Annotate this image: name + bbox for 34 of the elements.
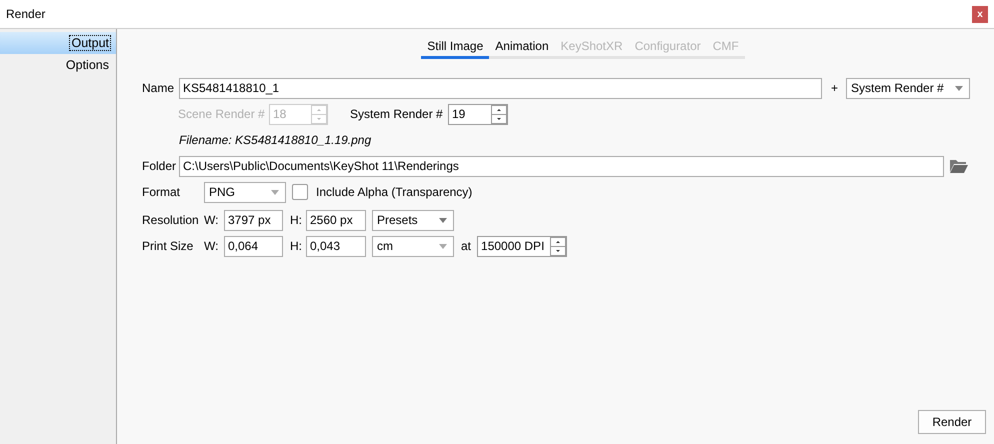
width-field[interactable]: 3797 px xyxy=(224,210,283,230)
tab[interactable]: Animation xyxy=(489,35,555,59)
system-render-label: System Render # xyxy=(350,107,444,121)
format-label: Format xyxy=(142,185,182,199)
format-dropdown[interactable]: PNG xyxy=(204,182,286,202)
width-field[interactable]: 0,064 xyxy=(224,236,283,256)
window-title: Render xyxy=(6,7,46,21)
name-field[interactable]: KS5481418810_1 xyxy=(179,78,822,98)
width-label: W: xyxy=(204,239,220,253)
alpha-label: Include Alpha (Transparency) xyxy=(316,185,472,199)
plus-label: + xyxy=(831,81,838,95)
at-label: at xyxy=(461,239,472,253)
print-size-label: Print Size xyxy=(142,239,194,253)
system-render-spinbox[interactable]: 19 xyxy=(448,104,508,124)
sidebar-item[interactable]: Output xyxy=(0,32,116,54)
tab[interactable]: Still Image xyxy=(421,35,490,59)
render-button[interactable]: Render xyxy=(918,410,986,434)
close-button[interactable]: x xyxy=(972,6,988,22)
width-label: W: xyxy=(204,213,220,227)
height-label: H: xyxy=(290,213,303,227)
unit-dropdown[interactable]: cm xyxy=(372,236,454,256)
folder-label: Folder xyxy=(142,159,178,173)
sidebar-item[interactable]: Options xyxy=(0,54,116,76)
height-label: H: xyxy=(290,239,303,253)
height-field[interactable]: 0,043 xyxy=(306,236,366,256)
folder-field[interactable]: C:\Users\Public\Documents\KeyShot 11\Renderings xyxy=(179,156,944,176)
dpi-spinbox[interactable]: 150000 DPI xyxy=(477,236,568,256)
scene-render-label: Scene Render # xyxy=(178,107,266,121)
suffix-dropdown[interactable]: System Render # xyxy=(846,78,970,98)
filename-text: Filename: KS5481418810_1.19.png xyxy=(179,133,372,147)
resolution-label: Resolution xyxy=(142,213,200,227)
presets-dropdown[interactable]: Presets xyxy=(372,210,454,230)
height-field[interactable]: 2560 px xyxy=(306,210,366,230)
name-label: Name xyxy=(142,81,176,95)
